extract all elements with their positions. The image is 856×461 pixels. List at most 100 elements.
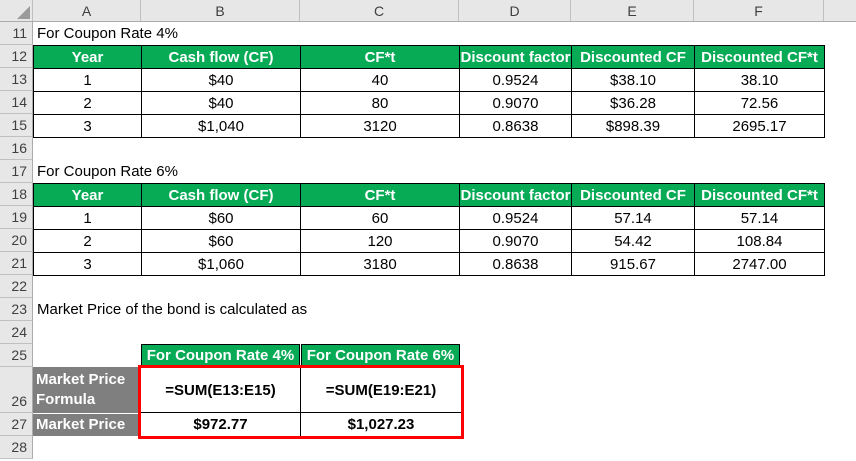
column-header-d[interactable]: D <box>459 0 571 21</box>
table-cell[interactable]: 0.8638 <box>459 252 572 276</box>
column-header-row: A B C D E F <box>0 0 856 22</box>
row-header-27[interactable]: 27 <box>0 413 33 436</box>
table-cell[interactable]: 0.9070 <box>459 91 572 115</box>
row-header-26[interactable]: 26 <box>0 367 33 413</box>
row-header-15[interactable]: 15 <box>0 114 33 137</box>
header-cell-discounted-cf[interactable]: Discounted CF <box>571 45 695 69</box>
row-header-11[interactable]: 11 <box>0 22 33 45</box>
table-cell[interactable]: $60 <box>141 229 301 253</box>
row-header-16[interactable]: 16 <box>0 137 33 160</box>
row-header-14[interactable]: 14 <box>0 91 33 114</box>
value-cell-coupon4[interactable]: $972.77 <box>141 413 301 436</box>
header-cell-cft[interactable]: CF*t <box>300 183 460 207</box>
header-cell-cft[interactable]: CF*t <box>300 45 460 69</box>
table-cell[interactable]: 54.42 <box>571 229 695 253</box>
select-all-button[interactable] <box>0 0 33 21</box>
table-row: 2 $40 80 0.9070 $36.28 72.56 <box>33 91 825 115</box>
table-cell[interactable]: 80 <box>300 91 460 115</box>
table-cell[interactable]: 0.9524 <box>459 206 572 230</box>
column-header-f[interactable]: F <box>694 0 824 21</box>
row-header-13[interactable]: 13 <box>0 68 33 91</box>
coupon6-table: Year Cash flow (CF) CF*t Discount factor… <box>33 183 825 276</box>
row-header-column: 11 12 13 14 15 16 17 18 19 20 21 22 23 2… <box>0 22 33 459</box>
row-header-19[interactable]: 19 <box>0 206 33 229</box>
section-title-coupon4[interactable]: For Coupon Rate 4% <box>37 22 178 45</box>
header-cell-cashflow[interactable]: Cash flow (CF) <box>141 45 301 69</box>
section-title-coupon6[interactable]: For Coupon Rate 6% <box>37 160 178 183</box>
table-cell[interactable]: $38.10 <box>571 68 695 92</box>
label-market-price[interactable]: Market Price <box>33 414 141 436</box>
column-header-e[interactable]: E <box>571 0 694 21</box>
header-cell-discounted-cft[interactable]: Discounted CF*t <box>694 45 825 69</box>
row-header-28[interactable]: 28 <box>0 436 33 459</box>
header-cell-discounted-cft[interactable]: Discounted CF*t <box>694 183 825 207</box>
table-cell[interactable]: 40 <box>300 68 460 92</box>
coupon4-header-row: Year Cash flow (CF) CF*t Discount factor… <box>33 45 825 69</box>
select-all-icon <box>17 6 30 19</box>
table-row: 1 $60 60 0.9524 57.14 57.14 <box>33 206 825 230</box>
table-cell[interactable]: 0.9524 <box>459 68 572 92</box>
table-cell[interactable]: 2 <box>33 91 142 115</box>
row-header-21[interactable]: 21 <box>0 252 33 275</box>
table-cell[interactable]: 0.8638 <box>459 114 572 138</box>
spreadsheet: A B C D E F 11 12 13 14 15 16 17 18 19 2… <box>0 0 856 461</box>
table-cell[interactable]: 1 <box>33 68 142 92</box>
table-cell[interactable]: $40 <box>141 68 301 92</box>
table-cell[interactable]: 2 <box>33 229 142 253</box>
row-header-22[interactable]: 22 <box>0 275 33 298</box>
table-cell[interactable]: $1,040 <box>141 114 301 138</box>
table-cell[interactable]: 2695.17 <box>694 114 825 138</box>
formula-cell-coupon4[interactable]: =SUM(E13:E15) <box>141 368 301 413</box>
table-cell[interactable]: $36.28 <box>571 91 695 115</box>
table-cell[interactable]: 3120 <box>300 114 460 138</box>
value-cell-coupon6[interactable]: $1,027.23 <box>301 413 461 436</box>
label-market-price-formula[interactable]: Market Price Formula <box>33 367 141 413</box>
header-cell-discounted-cf[interactable]: Discounted CF <box>571 183 695 207</box>
table-cell[interactable]: 915.67 <box>571 252 695 276</box>
table-row: 3 $1,040 3120 0.8638 $898.39 2695.17 <box>33 114 825 138</box>
table-cell[interactable]: $898.39 <box>571 114 695 138</box>
table-cell[interactable]: $40 <box>141 91 301 115</box>
coupon6-header-row: Year Cash flow (CF) CF*t Discount factor… <box>33 183 825 207</box>
column-header-c[interactable]: C <box>300 0 459 21</box>
market-price-result-box: =SUM(E13:E15) =SUM(E19:E21) $972.77 $1,0… <box>138 365 464 439</box>
market-header-coupon6[interactable]: For Coupon Rate 6% <box>301 344 460 367</box>
table-cell[interactable]: 3180 <box>300 252 460 276</box>
table-cell[interactable]: 1 <box>33 206 142 230</box>
table-cell[interactable]: $60 <box>141 206 301 230</box>
table-cell[interactable]: 72.56 <box>694 91 825 115</box>
formula-cell-coupon6[interactable]: =SUM(E19:E21) <box>301 368 461 413</box>
table-row: 3 $1,060 3180 0.8638 915.67 2747.00 <box>33 252 825 276</box>
header-cell-cashflow[interactable]: Cash flow (CF) <box>141 183 301 207</box>
table-cell[interactable]: 3 <box>33 114 142 138</box>
table-cell[interactable]: 120 <box>300 229 460 253</box>
table-cell[interactable]: 60 <box>300 206 460 230</box>
market-price-caption[interactable]: Market Price of the bond is calculated a… <box>37 298 307 321</box>
table-cell[interactable]: 3 <box>33 252 142 276</box>
table-cell[interactable]: 108.84 <box>694 229 825 253</box>
header-cell-year[interactable]: Year <box>33 183 142 207</box>
column-header-b[interactable]: B <box>141 0 300 21</box>
coupon4-table: Year Cash flow (CF) CF*t Discount factor… <box>33 45 825 138</box>
row-header-25[interactable]: 25 <box>0 344 33 367</box>
header-cell-discount-factor[interactable]: Discount factor <box>459 45 572 69</box>
table-row: 2 $60 120 0.9070 54.42 108.84 <box>33 229 825 253</box>
row-header-18[interactable]: 18 <box>0 183 33 206</box>
table-cell[interactable]: 57.14 <box>571 206 695 230</box>
table-row: 1 $40 40 0.9524 $38.10 38.10 <box>33 68 825 92</box>
row-header-23[interactable]: 23 <box>0 298 33 321</box>
table-cell[interactable]: $1,060 <box>141 252 301 276</box>
row-header-17[interactable]: 17 <box>0 160 33 183</box>
table-cell[interactable]: 2747.00 <box>694 252 825 276</box>
market-header-coupon4[interactable]: For Coupon Rate 4% <box>141 344 300 367</box>
header-cell-year[interactable]: Year <box>33 45 142 69</box>
row-header-20[interactable]: 20 <box>0 229 33 252</box>
row-header-24[interactable]: 24 <box>0 321 33 344</box>
header-cell-discount-factor[interactable]: Discount factor <box>459 183 572 207</box>
column-header-stub <box>824 0 856 21</box>
table-cell[interactable]: 57.14 <box>694 206 825 230</box>
table-cell[interactable]: 38.10 <box>694 68 825 92</box>
column-header-a[interactable]: A <box>33 0 141 21</box>
table-cell[interactable]: 0.9070 <box>459 229 572 253</box>
row-header-12[interactable]: 12 <box>0 45 33 68</box>
